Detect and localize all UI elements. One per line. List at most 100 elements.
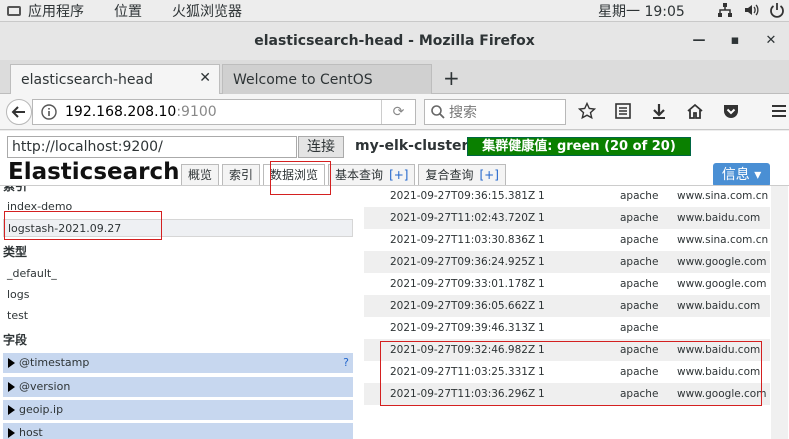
count-cell: 1 xyxy=(538,322,545,334)
tab-compound-query[interactable]: 复合查询 [+] xyxy=(418,164,506,186)
timestamp-cell: 2021-09-27T09:33:01.178Z xyxy=(390,278,536,290)
type-cell: apache xyxy=(620,322,659,334)
type-item[interactable]: test xyxy=(3,307,353,325)
field-row[interactable]: @timestamp? xyxy=(3,353,353,373)
host-cell: www.sina.com.cn xyxy=(677,190,769,202)
field-row[interactable]: host xyxy=(3,423,353,439)
types-header: 类型 xyxy=(3,245,28,259)
tab-welcome-centos[interactable]: Welcome to CentOS xyxy=(222,64,432,94)
home-icon[interactable] xyxy=(686,102,704,120)
es-connect-url-input[interactable]: http://localhost:9200/ xyxy=(7,136,297,158)
type-cell: apache xyxy=(620,234,659,246)
field-label: @version xyxy=(19,380,71,393)
host-cell: www.baidu.com xyxy=(677,212,761,224)
type-cell: apache xyxy=(620,278,659,290)
annotation-box-index xyxy=(4,211,162,240)
back-arrow-icon xyxy=(11,106,25,118)
apps-menu-label: 应用程序 xyxy=(28,3,84,20)
tab-label: 基本查询 xyxy=(335,168,384,182)
back-button[interactable] xyxy=(6,99,32,125)
url-bar[interactable]: 192.168.208.10:9100 ⟳ xyxy=(32,99,416,125)
timestamp-cell: 2021-09-27T11:03:30.836Z xyxy=(390,234,536,246)
es-brand-title: Elasticsearch xyxy=(8,159,180,185)
table-row[interactable]: 2021-09-27T09:36:15.381Z 1 apache www.sina.… xyxy=(364,185,770,207)
network-icon[interactable] xyxy=(717,2,733,18)
power-icon[interactable] xyxy=(769,2,785,18)
info-dropdown-button[interactable]: 信息 ▾ xyxy=(713,163,770,187)
reader-list-icon[interactable] xyxy=(614,102,632,120)
timestamp-cell: 2021-09-27T09:39:46.313Z xyxy=(390,322,536,334)
host-cell: www.google.com xyxy=(677,256,767,268)
tab-plus: [+] xyxy=(389,168,409,182)
tab-elasticsearch-head[interactable]: elasticsearch-head ✕ xyxy=(10,64,220,94)
type-item[interactable]: _default_ xyxy=(3,265,353,283)
indices-header: 索引 xyxy=(3,186,28,193)
timestamp-cell: 2021-09-27T09:36:15.381Z xyxy=(390,190,536,202)
tab-indices[interactable]: 索引 xyxy=(222,164,261,186)
desktop-top-bar: 应用程序 位置 火狐浏览器 星期一 19:05 xyxy=(0,0,789,22)
clock[interactable]: 星期一 19:05 xyxy=(598,1,685,21)
tab-basic-query[interactable]: 基本查询 [+] xyxy=(328,164,416,186)
places-menu[interactable]: 位置 xyxy=(102,1,154,21)
count-cell: 1 xyxy=(538,234,545,246)
site-info-icon[interactable] xyxy=(41,104,57,120)
annotation-box-browse-tab xyxy=(270,161,331,195)
apps-menu[interactable]: 应用程序 xyxy=(0,1,84,21)
maximize-icon[interactable]: ▪ xyxy=(727,33,743,48)
expand-triangle-icon xyxy=(8,428,15,438)
expand-triangle-icon xyxy=(8,382,15,392)
connect-button[interactable]: 连接 xyxy=(298,136,344,158)
hamburger-menu-icon[interactable] xyxy=(770,102,788,120)
table-row[interactable]: 2021-09-27T11:03:30.836Z 1 apache www.sina.… xyxy=(364,229,770,251)
field-label: @timestamp xyxy=(19,356,90,369)
page-content: http://localhost:9200/ 连接 my-elk-cluster… xyxy=(0,131,789,439)
bookmark-star-icon[interactable] xyxy=(578,102,596,120)
type-cell: apache xyxy=(620,256,659,268)
table-row[interactable]: 2021-09-27T09:36:05.662Z 1 apache www.baidu… xyxy=(364,295,770,317)
annotation-box-rows xyxy=(380,341,762,406)
count-cell: 1 xyxy=(538,256,545,268)
window-title-bar[interactable]: elasticsearch-head - Mozilla Firefox — ▪… xyxy=(0,22,789,60)
field-row[interactable]: @version xyxy=(3,377,353,397)
type-item[interactable]: logs xyxy=(3,286,353,304)
count-cell: 1 xyxy=(538,300,545,312)
new-tab-icon[interactable]: + xyxy=(443,66,460,90)
results-scrollbar[interactable] xyxy=(771,186,788,439)
field-row[interactable]: geoip.ip xyxy=(3,400,353,420)
browser-menu[interactable]: 火狐浏览器 xyxy=(160,1,254,21)
timestamp-cell: 2021-09-27T09:36:05.662Z xyxy=(390,300,536,312)
tab-overview[interactable]: 概览 xyxy=(181,164,220,186)
apps-menu-icon xyxy=(7,5,21,16)
host-cell: www.sina.com.cn xyxy=(677,234,769,246)
type-cell: apache xyxy=(620,300,659,312)
minimize-icon[interactable]: — xyxy=(691,33,707,48)
close-tab-icon[interactable]: ✕ xyxy=(199,70,211,86)
search-input[interactable]: 搜索 xyxy=(424,99,566,125)
host-cell: www.google.com xyxy=(677,278,767,290)
tab-label: 概览 xyxy=(188,168,213,182)
help-icon[interactable]: ? xyxy=(343,353,349,373)
field-label: geoip.ip xyxy=(19,403,64,416)
table-row[interactable]: 2021-09-27T11:02:43.720Z 1 apache www.baidu… xyxy=(364,207,770,229)
tab-label: Welcome to CentOS xyxy=(233,71,373,88)
table-row[interactable]: 2021-09-27T09:36:24.925Z 1 apache www.googl… xyxy=(364,251,770,273)
tab-label: 复合查询 xyxy=(425,168,474,182)
table-row[interactable]: 2021-09-27T09:39:46.313Z 1 apache xyxy=(364,317,770,339)
tab-plus: [+] xyxy=(479,168,499,182)
field-label: host xyxy=(19,426,43,439)
type-cell: apache xyxy=(620,190,659,202)
volume-icon[interactable] xyxy=(743,2,759,18)
tab-strip: elasticsearch-head ✕ Welcome to CentOS + xyxy=(0,60,789,94)
pocket-icon[interactable] xyxy=(722,102,740,120)
timestamp-cell: 2021-09-27T09:36:24.925Z xyxy=(390,256,536,268)
info-button-label: 信息 xyxy=(721,167,750,183)
close-icon[interactable]: ✕ xyxy=(763,33,779,48)
system-tray[interactable] xyxy=(717,2,785,18)
table-row[interactable]: 2021-09-27T09:33:01.178Z 1 apache www.googl… xyxy=(364,273,770,295)
expand-triangle-icon xyxy=(8,358,15,368)
download-icon[interactable] xyxy=(650,102,668,120)
url-host: 192.168.208.10 xyxy=(65,104,177,120)
reload-icon[interactable]: ⟳ xyxy=(381,100,415,124)
count-cell: 1 xyxy=(538,190,545,202)
tab-label: 索引 xyxy=(229,168,254,182)
